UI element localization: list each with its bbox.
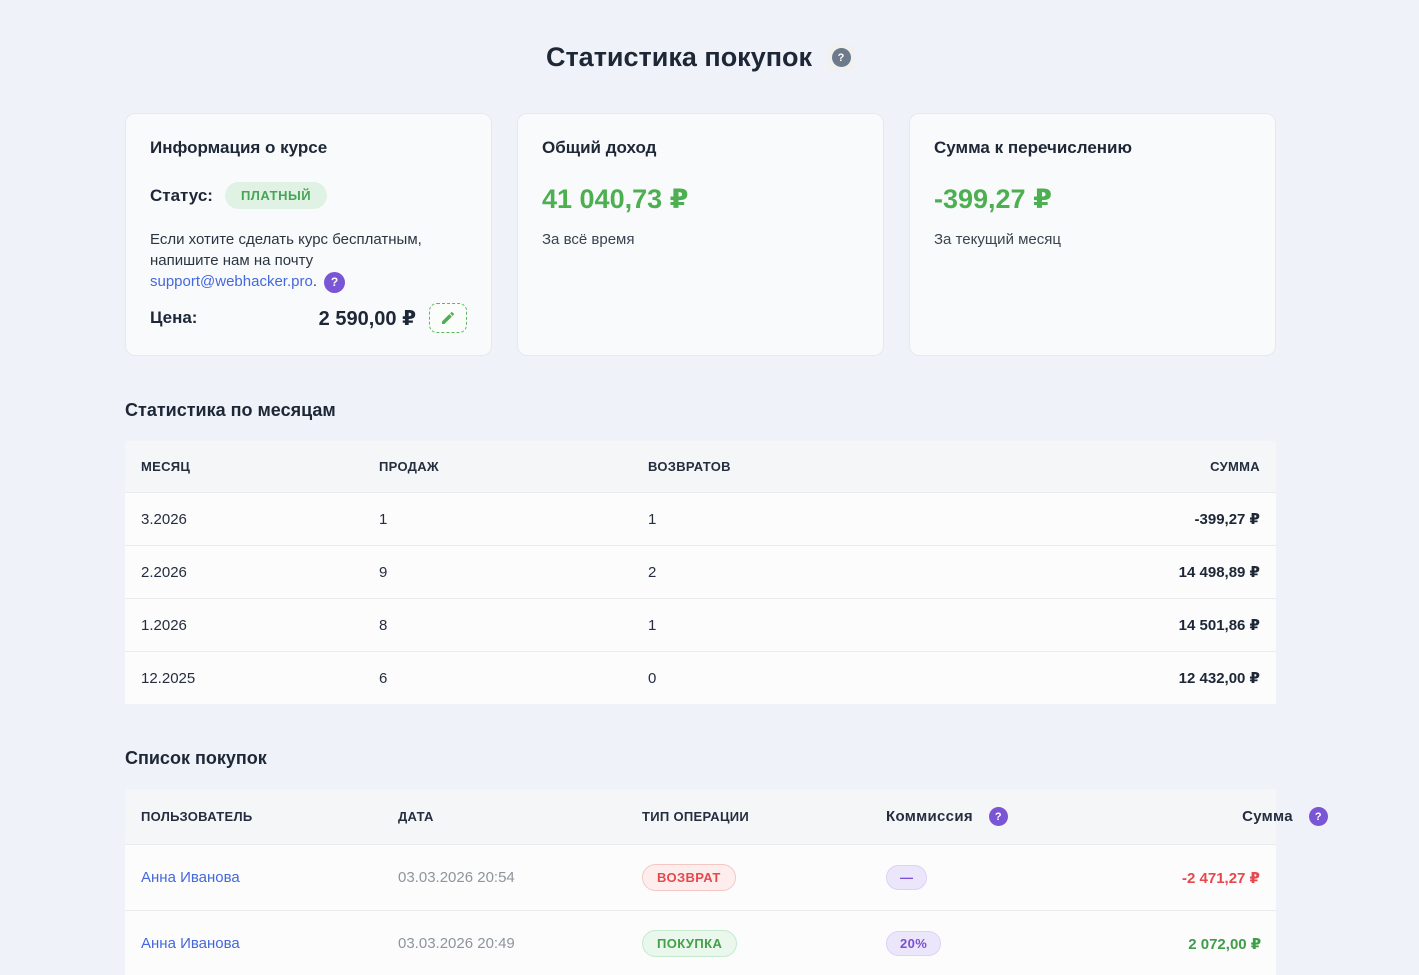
page-title: Статистика покупок: [546, 42, 812, 73]
refunds-cell: 1: [632, 600, 936, 651]
refunds-cell: 1: [632, 494, 936, 545]
column-header-operation: ТИП ОПЕРАЦИИ: [626, 791, 870, 842]
status-label: Статус:: [150, 186, 213, 206]
question-icon[interactable]: ?: [324, 272, 345, 293]
date-cell: 03.03.2026 20:54: [382, 850, 626, 905]
page-header: Статистика покупок ?: [125, 0, 1276, 73]
operation-badge-refund: ВОЗВРАТ: [642, 864, 736, 891]
table-row: Анна Иванова 03.03.2026 20:54 ВОЗВРАТ — …: [125, 844, 1276, 910]
monthly-stats-table: МЕСЯЦ ПРОДАЖ ВОЗВРАТОВ СУММА 3.2026 1 1 …: [125, 441, 1276, 704]
email-period: .: [313, 273, 317, 290]
question-icon[interactable]: ?: [1309, 807, 1328, 826]
table-row: 12.2025 6 0 12 432,00 ₽: [125, 651, 1276, 704]
date-cell: 03.03.2026 20:49: [382, 916, 626, 971]
column-header-month: МЕСЯЦ: [125, 441, 363, 492]
column-header-sum: СУММА: [936, 441, 1276, 492]
sum-cell: 2 072,00 ₽: [957, 916, 1277, 972]
sales-cell: 6: [363, 653, 632, 704]
price-row: Цена: 2 590,00 ₽: [150, 303, 467, 333]
page-help-button[interactable]: ?: [827, 44, 855, 72]
sales-cell: 9: [363, 547, 632, 598]
table-row: 3.2026 1 1 -399,27 ₽: [125, 492, 1276, 545]
user-link[interactable]: Анна Иванова: [141, 935, 240, 952]
summary-cards: Информация о курсе Статус: ПЛАТНЫЙ Если …: [125, 113, 1276, 356]
sum-cell: -399,27 ₽: [936, 493, 1276, 545]
purchases-heading: Список покупок: [125, 748, 1276, 769]
support-email-link[interactable]: support@webhacker.pro: [150, 273, 313, 290]
sales-cell: 8: [363, 600, 632, 651]
sum-header-label: Сумма: [1242, 808, 1293, 825]
total-income-amount: 41 040,73 ₽: [542, 184, 859, 215]
operation-badge-purchase: ПОКУПКА: [642, 930, 737, 957]
pencil-icon: [440, 310, 456, 326]
sum-cell: 14 498,89 ₽: [936, 546, 1276, 598]
question-icon[interactable]: ?: [989, 807, 1008, 826]
column-header-sales: ПРОДАЖ: [363, 441, 632, 492]
status-badge: ПЛАТНЫЙ: [225, 182, 327, 209]
user-link[interactable]: Анна Иванова: [141, 869, 240, 886]
refunds-cell: 2: [632, 547, 936, 598]
question-icon: ?: [832, 48, 851, 67]
column-header-refunds: ВОЗВРАТОВ: [632, 441, 936, 492]
table-row: 1.2026 8 1 14 501,86 ₽: [125, 598, 1276, 651]
transfer-sum-period: За текущий месяц: [934, 231, 1251, 248]
purchases-table: ПОЛЬЗОВАТЕЛЬ ДАТА ТИП ОПЕРАЦИИ Коммиссия…: [125, 789, 1276, 975]
card-title: Информация о курсе: [150, 138, 467, 158]
table-header-row: ПОЛЬЗОВАТЕЛЬ ДАТА ТИП ОПЕРАЦИИ Коммиссия…: [125, 789, 1276, 844]
description-line: Если хотите сделать курс бесплатным,: [150, 231, 422, 248]
price-value: 2 590,00 ₽: [319, 306, 416, 331]
column-header-sum: Сумма ?: [1024, 789, 1344, 844]
status-row: Статус: ПЛАТНЫЙ: [150, 182, 467, 209]
column-header-commission: Коммиссия ?: [870, 789, 1024, 844]
commission-badge: —: [886, 865, 927, 890]
commission-header-label: Коммиссия: [886, 808, 973, 825]
sum-cell: 12 432,00 ₽: [936, 652, 1276, 704]
total-income-period: За всё время: [542, 231, 859, 248]
monthly-stats-heading: Статистика по месяцам: [125, 400, 1276, 421]
month-cell: 2.2026: [125, 547, 363, 598]
card-title: Сумма к перечислению: [934, 138, 1251, 158]
column-header-user: ПОЛЬЗОВАТЕЛЬ: [125, 791, 382, 842]
edit-price-button[interactable]: [429, 303, 467, 333]
table-row: 2.2026 9 2 14 498,89 ₽: [125, 545, 1276, 598]
transfer-sum-card: Сумма к перечислению -399,27 ₽ За текущи…: [909, 113, 1276, 356]
price-label: Цена:: [150, 308, 197, 328]
course-info-card: Информация о курсе Статус: ПЛАТНЫЙ Если …: [125, 113, 492, 356]
sum-cell: -2 471,27 ₽: [956, 850, 1276, 906]
commission-badge: 20%: [886, 931, 941, 956]
sales-cell: 1: [363, 494, 632, 545]
month-cell: 3.2026: [125, 494, 363, 545]
card-title: Общий доход: [542, 138, 859, 158]
description-line: напишите нам на почту: [150, 252, 313, 269]
total-income-card: Общий доход 41 040,73 ₽ За всё время: [517, 113, 884, 356]
refunds-cell: 0: [632, 653, 936, 704]
transfer-sum-amount: -399,27 ₽: [934, 184, 1251, 215]
table-row: Анна Иванова 03.03.2026 20:49 ПОКУПКА 20…: [125, 910, 1276, 975]
course-description: Если хотите сделать курс бесплатным, нап…: [150, 229, 467, 293]
sum-cell: 14 501,86 ₽: [936, 599, 1276, 651]
month-cell: 12.2025: [125, 653, 363, 704]
month-cell: 1.2026: [125, 600, 363, 651]
column-header-date: ДАТА: [382, 791, 626, 842]
table-header-row: МЕСЯЦ ПРОДАЖ ВОЗВРАТОВ СУММА: [125, 441, 1276, 492]
